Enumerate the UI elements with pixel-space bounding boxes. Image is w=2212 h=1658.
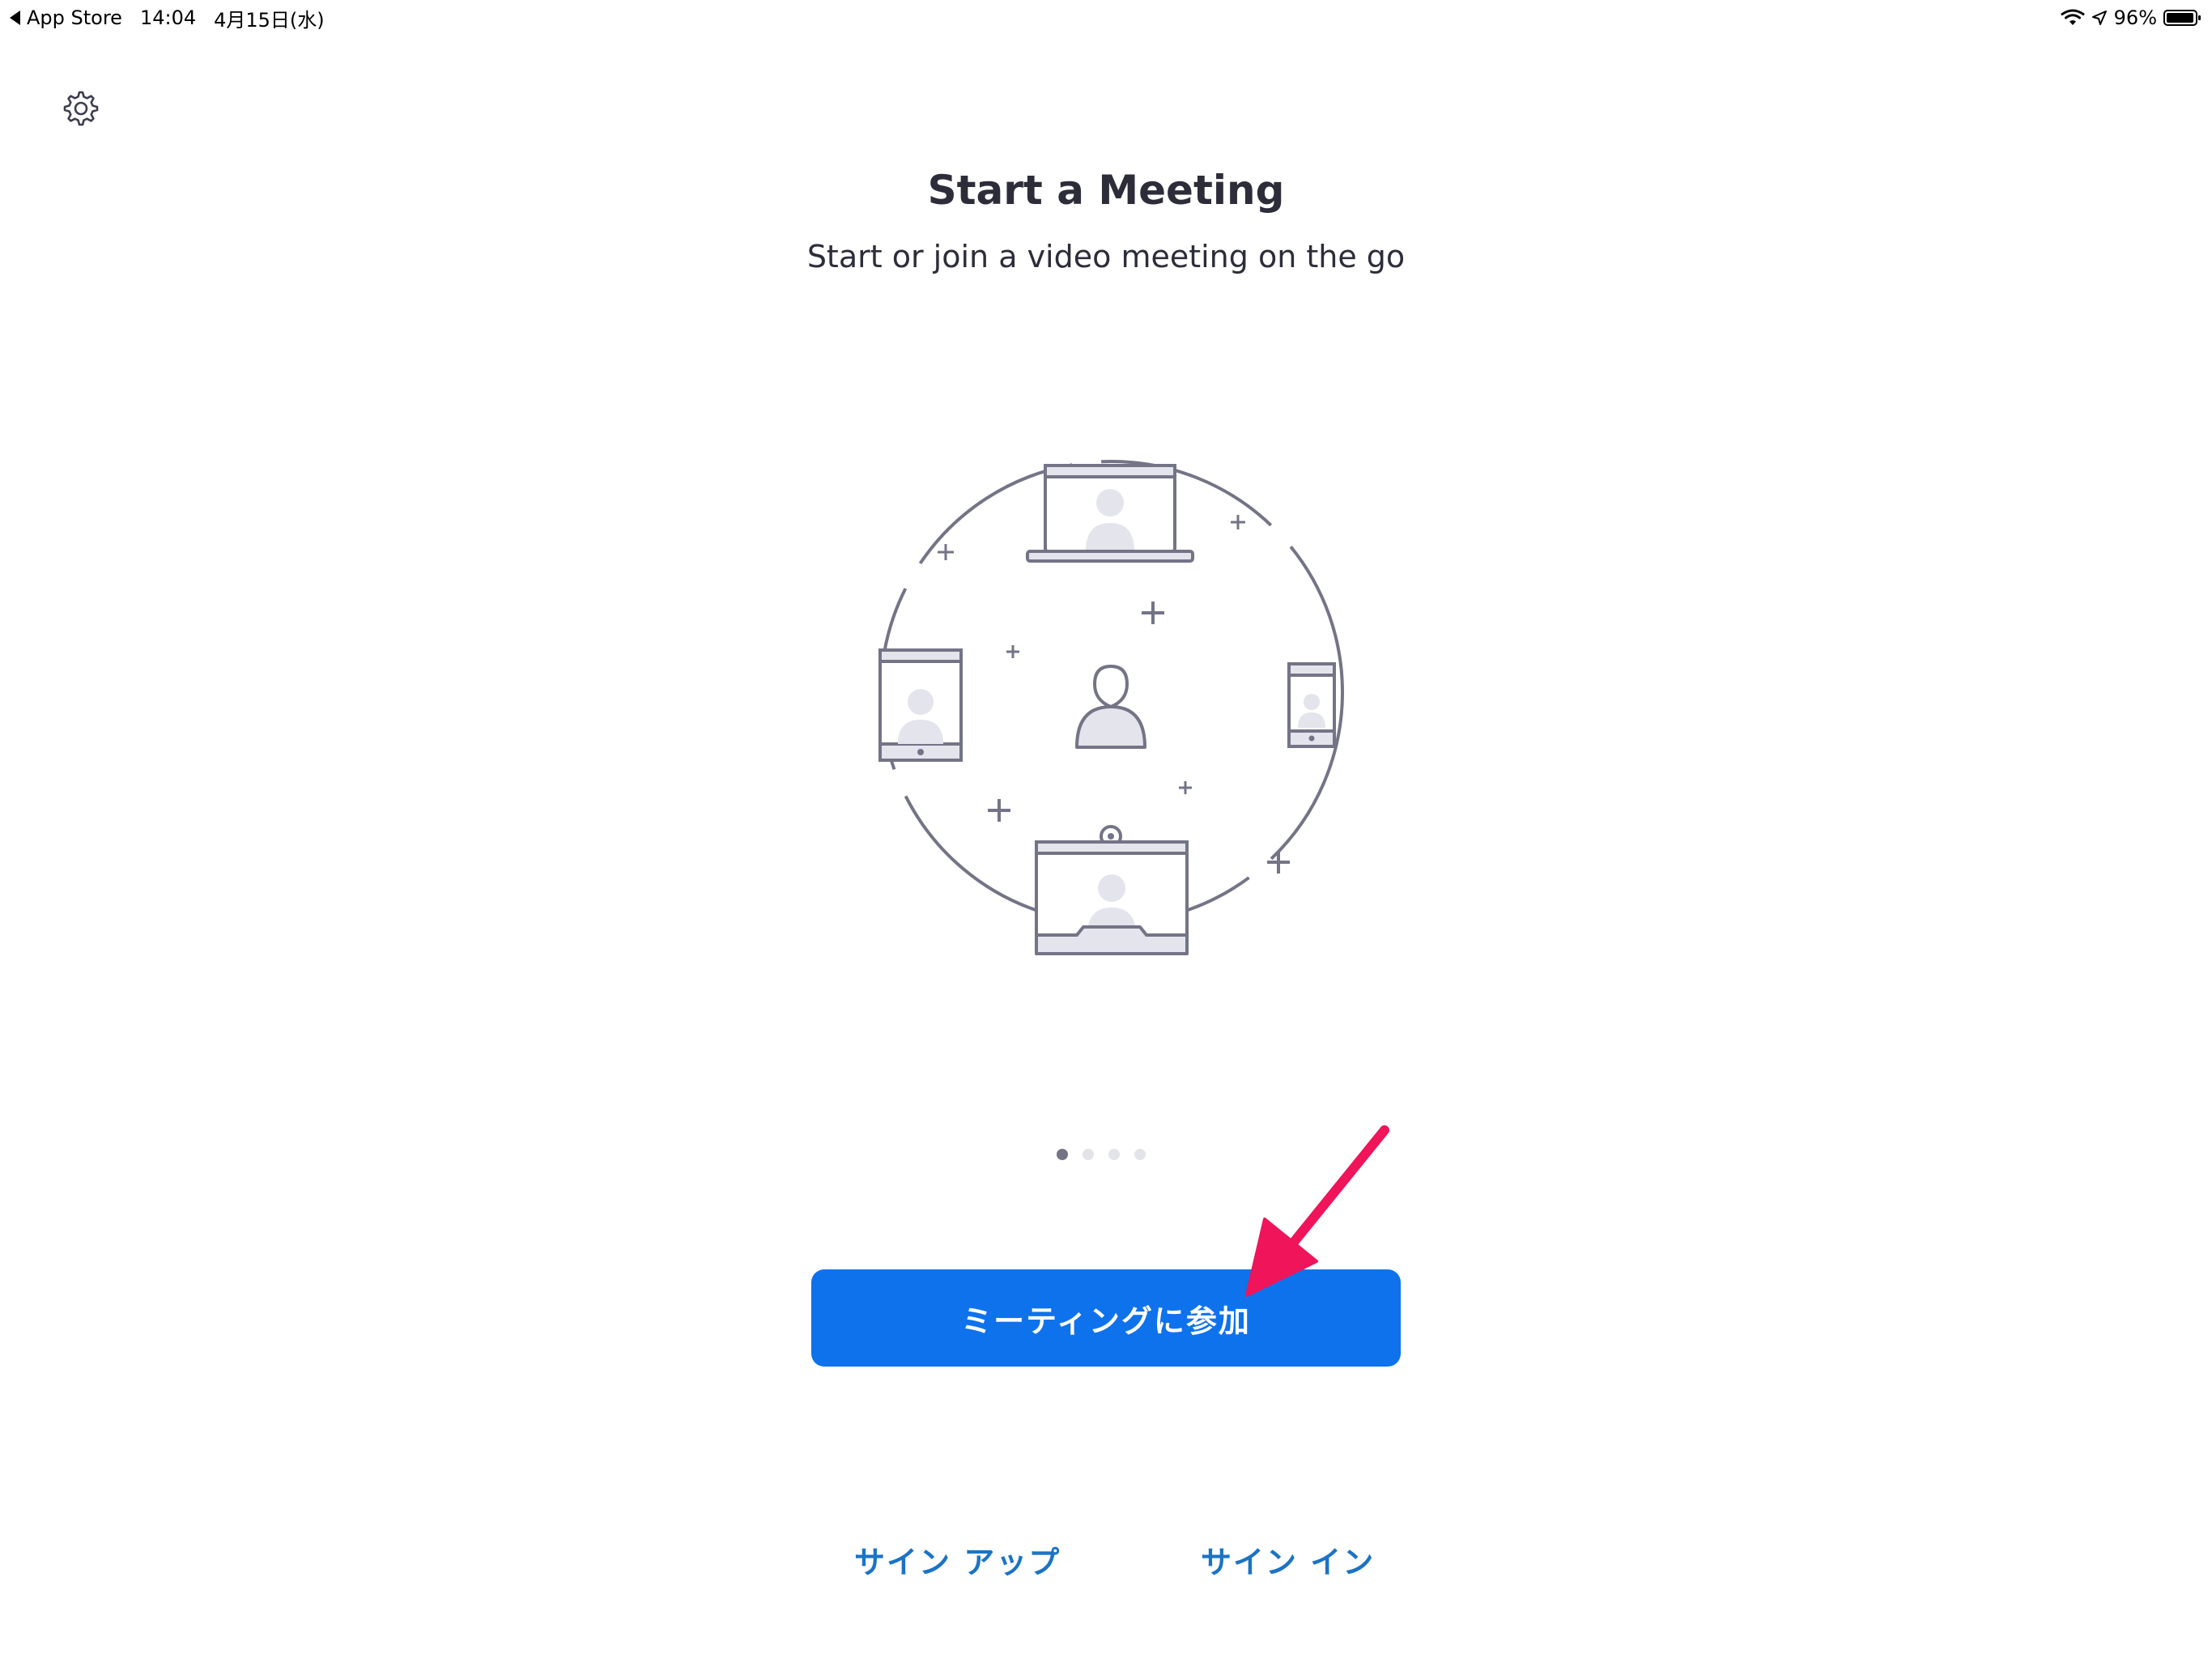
sign-in-link[interactable]: サイン イン	[1201, 1538, 1375, 1587]
page-title: Start a Meeting	[927, 167, 1285, 214]
battery-percent: 96%	[2113, 6, 2157, 29]
status-date: 4月15日(水)	[214, 8, 325, 32]
person-icon	[1075, 664, 1146, 749]
laptop-icon	[1026, 464, 1194, 563]
phone-icon	[1287, 662, 1336, 748]
page-indicator[interactable]	[1057, 1146, 1160, 1163]
page-dot-4[interactable]	[1134, 1149, 1146, 1160]
location-arrow-icon	[2091, 10, 2108, 26]
status-bar: App Store 14:04 4月15日(水) 96%	[0, 0, 2212, 36]
status-time: 14:04	[139, 6, 197, 29]
wifi-icon	[2061, 9, 2085, 27]
back-to-app-link[interactable]: App Store	[27, 6, 122, 29]
meeting-illustration	[858, 449, 1360, 967]
settings-button[interactable]	[57, 86, 105, 134]
page-subtitle: Start or join a video meeting on the go	[806, 239, 1406, 274]
page-dot-1[interactable]	[1057, 1149, 1068, 1160]
back-arrow-icon[interactable]	[10, 11, 20, 25]
status-bar-right: 96%	[2061, 3, 2202, 32]
tv-display-icon	[1035, 825, 1189, 955]
join-meeting-button[interactable]: ミーティングに参加	[811, 1269, 1401, 1367]
page-dot-3[interactable]	[1108, 1149, 1120, 1160]
tablet-icon	[878, 648, 963, 762]
page-dot-2[interactable]	[1083, 1149, 1094, 1160]
gear-icon	[62, 89, 100, 131]
status-bar-left: App Store 14:04 4月15日(水)	[10, 3, 325, 32]
battery-icon	[2163, 9, 2202, 27]
sign-up-link[interactable]: サイン アップ	[854, 1538, 1061, 1587]
